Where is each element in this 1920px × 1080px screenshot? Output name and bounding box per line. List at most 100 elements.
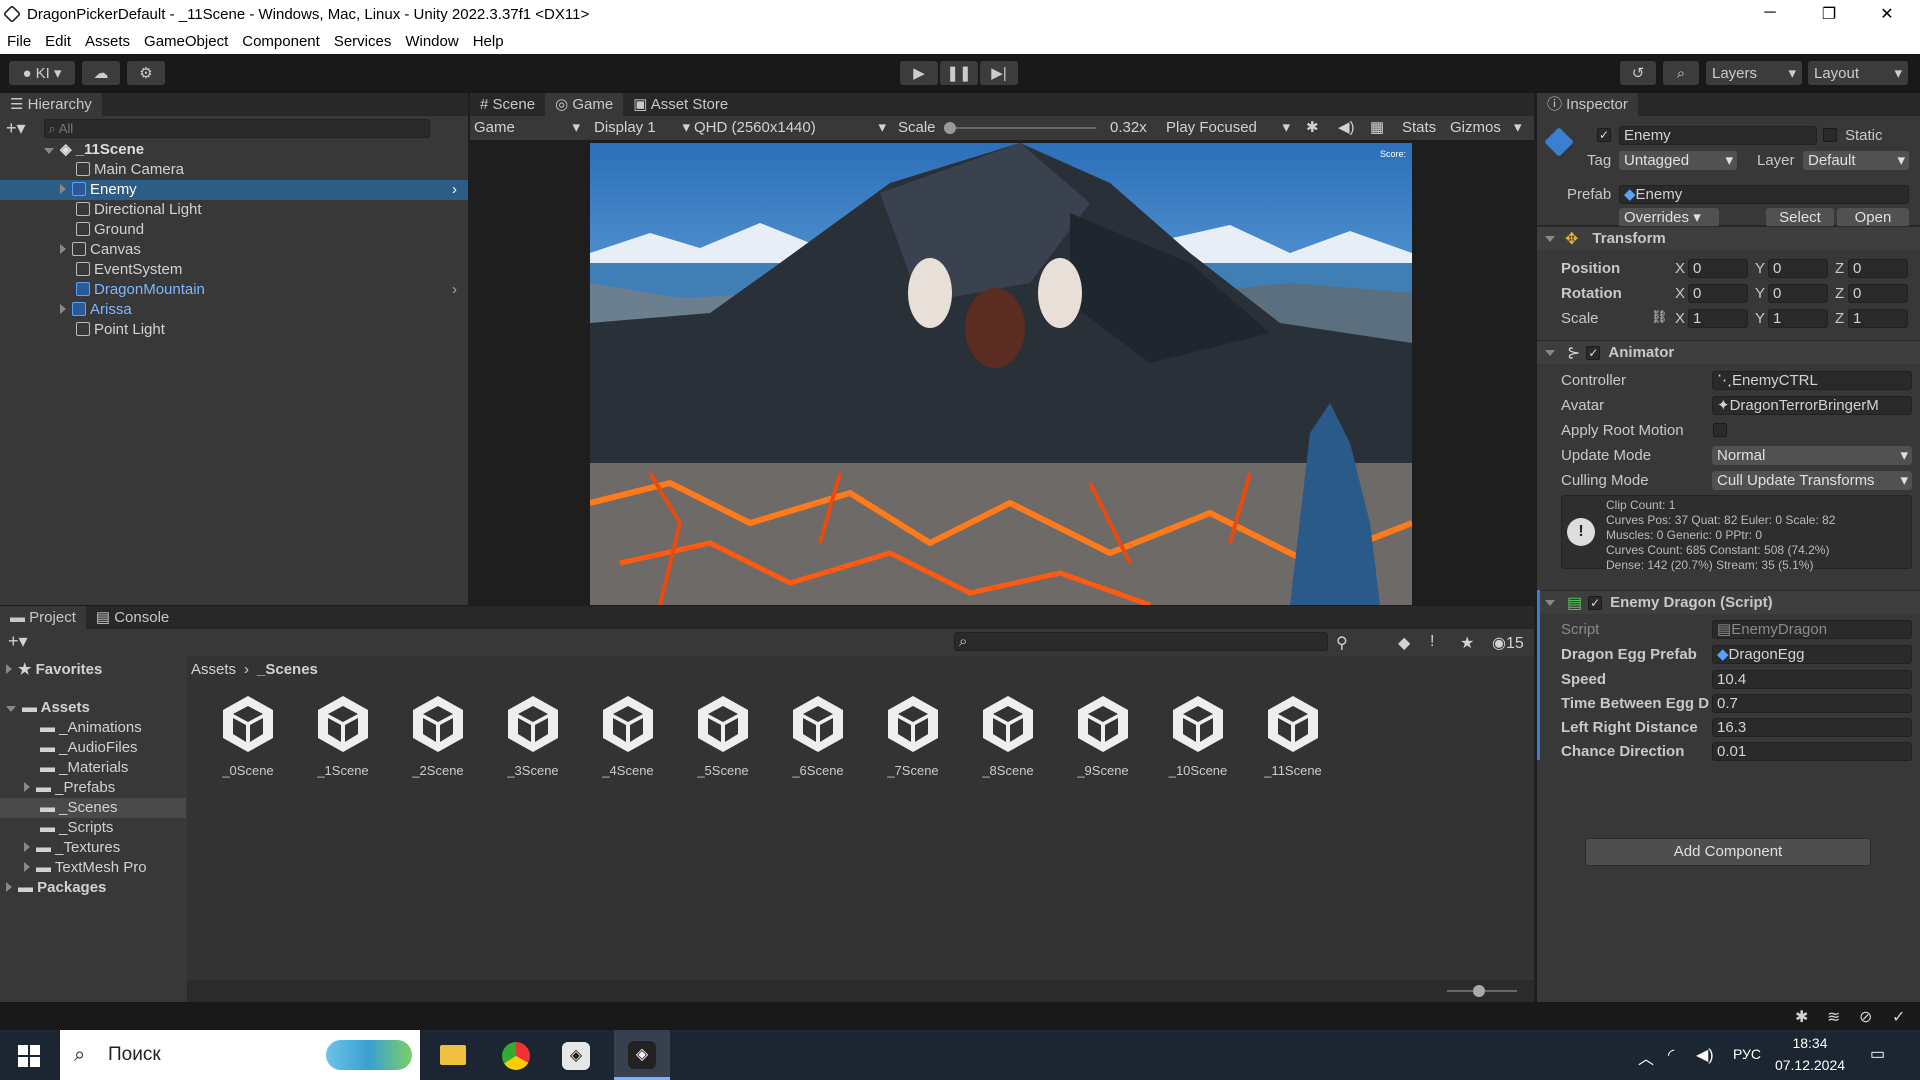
folder-item[interactable]: ▬ _Materials [0, 758, 186, 778]
unity-editor-taskbar-button[interactable]: ◈ [614, 1030, 670, 1080]
axis-label-z[interactable]: Z [1835, 310, 1844, 327]
layers-icon[interactable]: ≋ [1827, 1007, 1840, 1027]
transform-header[interactable]: ✥ Transform [1537, 226, 1920, 250]
active-checkbox[interactable]: ✓ [1597, 128, 1611, 142]
expand-arrow-icon[interactable] [6, 882, 12, 892]
step-button[interactable]: ▶| [980, 61, 1018, 85]
taskbar-search-box[interactable]: ⌕ Поиск [60, 1030, 420, 1080]
script-enabled-checkbox[interactable]: ✓ [1588, 595, 1603, 610]
axis-label-x[interactable]: X [1675, 260, 1685, 277]
transform-ry-field[interactable]: 0 [1768, 284, 1828, 303]
update-mode-dropdown[interactable]: Normal ▾ [1712, 446, 1912, 465]
expand-arrow-icon[interactable] [24, 782, 30, 792]
chevron-down-icon[interactable]: ▾ [1514, 116, 1522, 140]
play-focused-dropdown[interactable]: Play Focused ▾ [1166, 116, 1290, 140]
axis-label-x[interactable]: X [1675, 285, 1685, 302]
folder-item[interactable]: ▬ _AudioFiles [0, 738, 186, 758]
tab-hierarchy[interactable]: ☰ Hierarchy [0, 93, 102, 116]
overrides-dropdown[interactable]: Overrides ▾ [1619, 208, 1719, 227]
scene-asset[interactable]: _5Scene [683, 692, 763, 778]
chevron-right-icon[interactable]: › [452, 280, 457, 300]
file-explorer-icon[interactable] [440, 1045, 466, 1065]
expand-arrow-icon[interactable] [60, 244, 66, 254]
bug-icon[interactable]: ✱ [1306, 116, 1319, 140]
alert-icon[interactable]: ! [1430, 633, 1434, 651]
scene-root[interactable]: ◈ _11Scene [0, 140, 468, 160]
hierarchy-item[interactable]: Ground [0, 220, 468, 240]
culling-mode-dropdown[interactable]: Cull Update Transforms ▾ [1712, 471, 1912, 490]
packages-item[interactable]: ▬ Packages [0, 878, 186, 898]
tab-game[interactable]: ◎ Game [545, 93, 624, 116]
unity-hub-icon[interactable]: ◈ [562, 1042, 590, 1070]
hierarchy-item[interactable]: Arissa [0, 300, 468, 320]
transform-sy-field[interactable]: 1 [1768, 309, 1828, 328]
scene-asset[interactable]: _10Scene [1158, 692, 1238, 778]
menu-gameobject[interactable]: GameObject [144, 29, 228, 54]
menu-services[interactable]: Services [334, 29, 392, 54]
clock[interactable]: 18:34 07.12.2024 [1770, 1035, 1850, 1073]
slider-handle[interactable] [944, 122, 956, 134]
debug-icon[interactable]: ✱ [1795, 1007, 1808, 1027]
cloud-button[interactable]: ☁ [82, 61, 120, 85]
menu-window[interactable]: Window [405, 29, 458, 54]
scene-asset[interactable]: _9Scene [1063, 692, 1143, 778]
minimize-button[interactable]: ─ [1760, 4, 1780, 22]
slider-handle[interactable] [1473, 985, 1485, 997]
folder-item-selected[interactable]: ▬ _Scenes [0, 798, 186, 818]
stats-button[interactable]: Stats [1402, 116, 1436, 140]
static-checkbox[interactable] [1823, 128, 1837, 142]
pause-button[interactable]: ❚❚ [940, 61, 978, 85]
gizmos-button[interactable]: Gizmos [1450, 116, 1501, 140]
avatar-field[interactable]: ✦DragonTerrorBringerM [1712, 396, 1912, 415]
transform-rx-field[interactable]: 0 [1688, 284, 1748, 303]
check-icon[interactable]: ✓ [1892, 1007, 1905, 1027]
hierarchy-search-input[interactable]: ⌕ All [43, 118, 430, 138]
speed-field[interactable]: 10.4 [1712, 670, 1912, 689]
axis-label-y[interactable]: Y [1755, 285, 1765, 302]
game-mode-dropdown[interactable]: Game ▾ [474, 116, 580, 140]
folder-item[interactable]: ▬ TextMesh Pro [0, 858, 186, 878]
expand-arrow-icon[interactable] [44, 148, 54, 154]
filter-icon[interactable]: ⚲ [1336, 633, 1348, 653]
expand-arrow-icon[interactable] [1545, 599, 1555, 606]
game-viewport[interactable]: Score: [590, 143, 1412, 605]
create-button[interactable]: +▾ [8, 631, 28, 652]
tab-project[interactable]: ▬ Project [0, 606, 86, 629]
layer-dropdown[interactable]: Default ▾ [1803, 151, 1909, 170]
assets-item[interactable]: ▬ Assets [0, 698, 186, 718]
breadcrumb-scenes[interactable]: _Scenes [257, 661, 318, 678]
wifi-icon[interactable]: ◜ [1668, 1045, 1674, 1065]
animator-enabled-checkbox[interactable]: ✓ [1586, 345, 1601, 360]
add-component-button[interactable]: Add Component [1585, 838, 1871, 866]
lr-field[interactable]: 16.3 [1712, 718, 1912, 737]
scene-asset[interactable]: _2Scene [398, 692, 478, 778]
tab-scene[interactable]: # Scene [470, 93, 545, 116]
chrome-icon[interactable] [502, 1042, 530, 1070]
network-icon[interactable]: ⊘ [1859, 1007, 1872, 1027]
expand-arrow-icon[interactable] [6, 664, 12, 674]
label-icon[interactable]: ◆ [1398, 633, 1410, 653]
hierarchy-item-selected[interactable]: Enemy › [0, 180, 468, 200]
layers-dropdown[interactable]: Layers ▾ [1706, 61, 1802, 85]
animator-header[interactable]: ⊱ ✓ Animator [1537, 340, 1920, 364]
tab-console[interactable]: ▤ Console [86, 606, 179, 629]
open-button[interactable]: Open [1837, 208, 1909, 227]
scene-asset[interactable]: _0Scene [208, 692, 288, 778]
link-icon[interactable]: ⛓ [1651, 309, 1668, 325]
hierarchy-item[interactable]: Directional Light [0, 200, 468, 220]
expand-arrow-icon[interactable] [24, 862, 30, 872]
axis-label-y[interactable]: Y [1755, 260, 1765, 277]
close-button[interactable]: ✕ [1877, 4, 1897, 24]
expand-arrow-icon[interactable] [60, 184, 66, 194]
transform-px-field[interactable]: 0 [1688, 259, 1748, 278]
folder-item[interactable]: ▬ _Prefabs [0, 778, 186, 798]
expand-arrow-icon[interactable] [1545, 235, 1555, 242]
script-header[interactable]: ▤ ✓ Enemy Dragon (Script) [1540, 590, 1920, 614]
transform-py-field[interactable]: 0 [1768, 259, 1828, 278]
name-field[interactable]: Enemy [1619, 126, 1817, 145]
axis-label-z[interactable]: Z [1835, 260, 1844, 277]
tab-asset-store[interactable]: ▣ Asset Store [623, 93, 738, 116]
hierarchy-item[interactable]: EventSystem [0, 260, 468, 280]
scene-asset[interactable]: _6Scene [778, 692, 858, 778]
history-button[interactable]: ↺ [1620, 61, 1656, 85]
